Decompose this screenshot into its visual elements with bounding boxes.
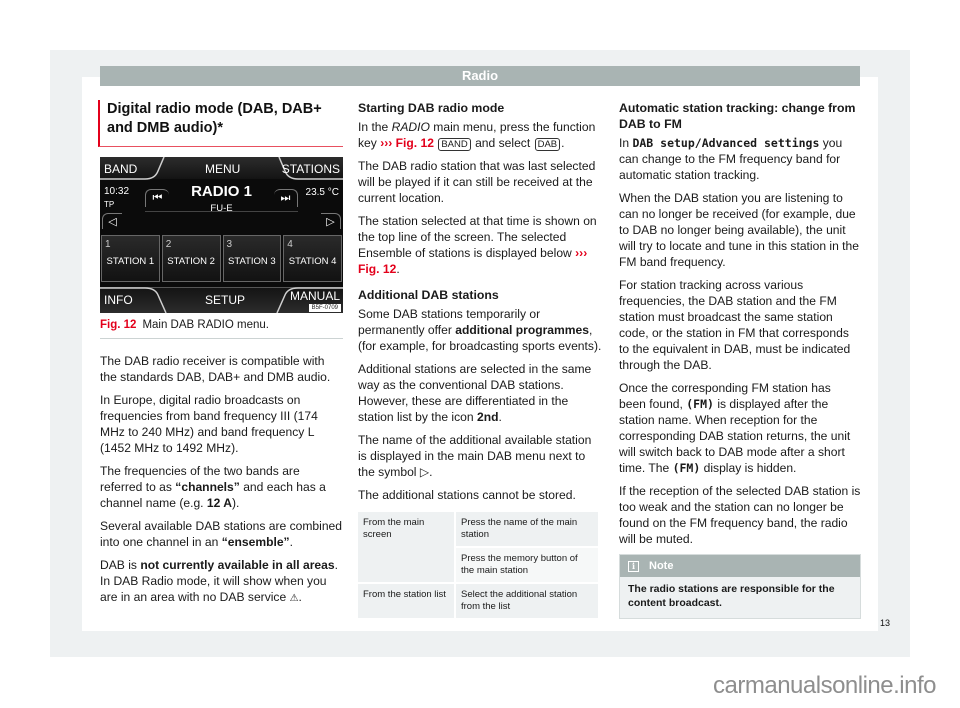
paragraph: Additional stations are selected in the …: [358, 361, 602, 425]
radio-screen: BAND MENU STATIONS 10:32 TP 23.5 °C RADI…: [100, 157, 343, 313]
text: DAB is: [100, 558, 141, 572]
term-channels: “channels”: [175, 480, 240, 494]
paragraph: In Europe, digital radio broadcasts on f…: [100, 393, 318, 455]
paragraph: In the RADIO main menu, press the functi…: [358, 119, 602, 151]
preset-button[interactable]: 1 STATION 1: [101, 235, 160, 282]
paragraph: The additional stations cannot be stored…: [358, 488, 576, 502]
station-name: RADIO 1: [191, 183, 252, 200]
preset-name: STATION 1: [106, 256, 155, 267]
no-dab-service-icon: ⚠: [289, 593, 299, 604]
setup-button[interactable]: SETUP: [205, 292, 245, 308]
dab-key: DAB: [534, 138, 561, 151]
text: In the: [358, 120, 392, 134]
preset-button[interactable]: 2 STATION 2: [161, 235, 221, 282]
note-title: Note: [649, 560, 674, 572]
fm-indicator: (FM): [672, 461, 701, 475]
figure-caption: Fig. 12 Main DAB RADIO menu.: [100, 317, 343, 339]
icon-2nd: 2nd: [476, 410, 499, 424]
paragraph: The name of the additional available sta…: [358, 433, 592, 479]
paragraph: The DAB radio station that was last sele…: [358, 159, 596, 205]
preset-number: 1: [105, 239, 111, 250]
ensemble-name: FU-E: [210, 203, 233, 214]
seek-back-icon[interactable]: ⏮: [145, 189, 169, 207]
menu-name: RADIO: [391, 120, 430, 134]
text: .: [289, 535, 293, 549]
figure-code: B5F-0709: [308, 304, 341, 312]
caption-text: Main DAB RADIO menu.: [142, 319, 269, 331]
paragraph: Once the corresponding FM station has be…: [619, 380, 861, 476]
preset-name: STATION 4: [288, 256, 337, 267]
text: display is hidden.: [700, 461, 797, 475]
table-row: From the station list Select the additio…: [358, 584, 598, 618]
options-table: From the main screen Press the name of t…: [356, 510, 600, 620]
paragraph: The station selected at that time is sho…: [358, 213, 602, 277]
nav-right-icon[interactable]: ▷: [321, 213, 341, 229]
section-title: Digital radio mode (DAB, DAB+ and DMB au…: [98, 100, 343, 147]
paragraph: The frequencies of the two bands are ref…: [100, 463, 343, 511]
preset-name: STATION 2: [167, 256, 215, 267]
paragraph: Some DAB stations temporarily or permane…: [358, 306, 602, 354]
paragraph: If the reception of the selected DAB sta…: [619, 484, 861, 546]
figure-reference-link[interactable]: ››› Fig. 12: [380, 136, 434, 150]
text: .: [396, 262, 400, 276]
text: .: [298, 590, 302, 604]
heading-starting-dab: Starting DAB radio mode: [358, 101, 505, 115]
text: ).: [232, 496, 240, 510]
table-cell: Press the memory button of the main stat…: [456, 548, 598, 582]
text: and select: [471, 136, 534, 150]
nav-left-icon[interactable]: ◁: [102, 213, 122, 229]
table-cell: Select the additional station from the l…: [456, 584, 598, 618]
watermark: carmanualsonline.info: [713, 672, 936, 699]
heading-additional-dab: Additional DAB stations: [358, 288, 499, 302]
column-1: Digital radio mode (DAB, DAB+ and DMB au…: [98, 100, 343, 614]
note-header: i Note: [620, 555, 860, 577]
info-button[interactable]: INFO: [104, 292, 133, 308]
preset-buttons: 1 STATION 1 2 STATION 2 3 STATION 3 4 STATIO…: [101, 235, 342, 282]
preset-button[interactable]: 4 STATION 4: [283, 235, 342, 282]
fm-indicator: (FM): [686, 397, 714, 411]
table-cell: From the station list: [358, 584, 454, 618]
paragraph: When the DAB station you are listening t…: [619, 191, 859, 269]
channel-example: 12 A: [206, 496, 233, 510]
column-2: Starting DAB radio mode In the RADIO mai…: [358, 100, 602, 620]
paragraph: The DAB radio receiver is compatible wit…: [100, 354, 331, 384]
preset-number: 3: [226, 239, 233, 250]
preset-button[interactable]: 3 STATION 3: [222, 235, 282, 282]
paragraph: In DAB setup/Advanced settings you can c…: [619, 135, 861, 183]
text: The station selected at that time is sho…: [358, 214, 597, 260]
emphasis: additional programmes: [455, 323, 589, 337]
manual-button[interactable]: MANUAL: [290, 288, 340, 304]
preset-number: 2: [165, 239, 172, 250]
band-key: BAND: [438, 138, 471, 151]
figure-12: BAND MENU STATIONS 10:32 TP 23.5 °C RADI…: [100, 157, 343, 339]
table-row: From the main screen Press the name of t…: [358, 512, 598, 582]
text: Additional stations are selected in the …: [358, 362, 592, 424]
seek-forward-icon[interactable]: ⏭: [274, 189, 298, 207]
preset-name: STATION 3: [228, 256, 276, 267]
column-3: Automatic station tracking: change from …: [619, 100, 861, 619]
heading-station-tracking: Automatic station tracking: change from …: [619, 101, 856, 131]
band-button[interactable]: BAND: [104, 161, 137, 177]
note-body: The radio stations are responsible for t…: [628, 583, 835, 609]
stations-button[interactable]: STATIONS: [282, 161, 340, 177]
note-box: i Note The radio stations are responsibl…: [619, 554, 861, 619]
term-ensemble: “ensemble”: [221, 535, 290, 549]
text: .: [498, 410, 502, 424]
divider: [145, 211, 298, 212]
text: .: [561, 136, 565, 150]
paragraph: For station tracking across various freq…: [619, 278, 851, 372]
emphasis: not currently available in all areas: [140, 558, 335, 572]
preset-number: 4: [287, 239, 293, 250]
figure-label: Fig. 12: [100, 319, 137, 331]
paragraph: Several available DAB stations are combi…: [100, 518, 343, 550]
table-cell: From the main screen: [358, 512, 454, 582]
table-cell: Press the name of the main station: [456, 512, 598, 546]
menu-path: DAB setup/Advanced settings: [632, 136, 820, 150]
info-icon: i: [628, 560, 639, 572]
text: In: [619, 136, 633, 150]
menu-button[interactable]: MENU: [205, 161, 240, 177]
page-number: 13: [880, 618, 891, 628]
paragraph: DAB is not currently available in all ar…: [100, 557, 343, 607]
chapter-header: Radio: [100, 66, 860, 86]
